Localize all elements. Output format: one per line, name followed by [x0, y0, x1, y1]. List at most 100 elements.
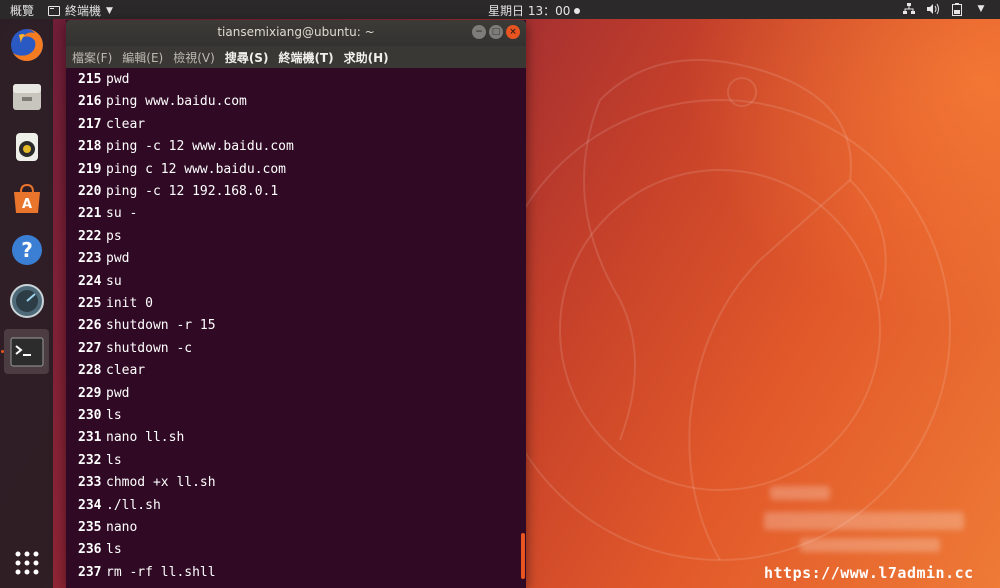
activities-button[interactable]: 概覽 — [10, 2, 34, 19]
history-command: pwd — [106, 385, 130, 401]
history-command: pwd — [106, 72, 130, 87]
dashboard-icon — [9, 283, 44, 318]
history-command: chmod +x ll.sh — [106, 475, 216, 491]
history-number: 232 — [78, 452, 102, 468]
terminal-small-icon — [48, 5, 60, 16]
terminal-line: 215 pwd — [78, 70, 129, 90]
terminal-window: tiansemixiang@ubuntu: ~ − □ × 檔案(F) 編輯(E… — [66, 20, 526, 588]
history-command: ps — [106, 228, 122, 244]
menu-help[interactable]: 求助(H) — [344, 49, 389, 66]
terminal-line: 218 ping -c 12 www.baidu.com — [78, 137, 294, 157]
terminal-line: 223 pwd — [78, 249, 129, 269]
terminal-line: 220 ping -c 12 192.168.0.1 — [78, 182, 278, 202]
history-number: 221 — [78, 206, 102, 222]
terminal-line: 219 ping c 12 www.baidu.com — [78, 160, 286, 180]
app-menu-label: 終端機 — [65, 4, 102, 18]
history-command: ping c 12 www.baidu.com — [106, 161, 287, 177]
terminal-icon — [10, 337, 43, 366]
menu-terminal[interactable]: 終端機(T) — [278, 49, 333, 66]
history-command: su - — [106, 206, 138, 222]
dock-item-files[interactable] — [4, 74, 49, 119]
dock-item-help[interactable]: ? — [4, 227, 49, 272]
history-command: ping -c 12 192.168.0.1 — [106, 184, 279, 199]
svg-text:A: A — [21, 197, 31, 212]
menu-view[interactable]: 檢視(V) — [173, 49, 215, 66]
desktop-blurred-item — [770, 486, 830, 500]
close-button[interactable]: × — [506, 25, 520, 39]
history-number: 234 — [78, 497, 102, 513]
terminal-line: 225 init 0 — [78, 294, 153, 314]
history-number: 231 — [78, 430, 102, 446]
terminal-line: 230 ls — [78, 406, 122, 426]
terminal-line: 228 clear — [78, 361, 145, 381]
battery-icon[interactable] — [950, 2, 964, 16]
app-menu[interactable]: 終端機 ▼ — [48, 2, 113, 19]
terminal-line: 233 chmod +x ll.sh — [78, 473, 216, 493]
terminal-line: 226 shutdown -r 15 — [78, 316, 216, 336]
terminal-line: 235 nano — [78, 518, 137, 538]
menu-file[interactable]: 檔案(F) — [72, 49, 112, 66]
system-tray[interactable]: ▼ — [902, 2, 988, 16]
history-number: 236 — [78, 542, 102, 558]
history-number: 216 — [78, 94, 102, 110]
history-command: ls — [106, 542, 122, 558]
show-applications-icon — [15, 551, 38, 574]
history-number: 227 — [78, 340, 102, 356]
history-number: 218 — [78, 139, 102, 155]
history-number: 233 — [78, 475, 102, 491]
history-number: 217 — [78, 116, 102, 132]
dock-item-dashboard[interactable] — [4, 278, 49, 323]
dock-item-terminal[interactable] — [4, 329, 49, 374]
history-command: ping www.baidu.com — [106, 94, 247, 110]
svg-text:?: ? — [21, 238, 33, 262]
history-command: pwd — [106, 251, 130, 267]
history-number: 219 — [78, 161, 102, 177]
watermark: https://www.l7admin.cc — [764, 564, 974, 582]
dock: A ? — [0, 19, 53, 588]
history-number: 228 — [78, 363, 102, 379]
maximize-button[interactable]: □ — [489, 25, 503, 39]
window-titlebar[interactable]: tiansemixiang@ubuntu: ~ − □ × — [66, 20, 526, 46]
dock-item-firefox[interactable] — [4, 22, 49, 67]
terminal-line: 231 nano ll.sh — [78, 428, 184, 448]
notification-dot-icon — [574, 7, 581, 14]
terminal-line: 232 ls — [78, 451, 122, 471]
history-command: nano ll.sh — [106, 430, 185, 446]
history-command: su — [106, 273, 122, 289]
minimize-button[interactable]: − — [472, 25, 486, 39]
terminal-line: 221 su - — [78, 204, 137, 224]
terminal-line: 236 ls — [78, 540, 122, 560]
network-icon[interactable] — [902, 2, 916, 16]
dock-item-software[interactable]: A — [4, 176, 49, 221]
dock-item-rhythmbox[interactable] — [4, 124, 49, 169]
volume-icon[interactable] — [926, 2, 940, 16]
history-number: 226 — [78, 318, 102, 334]
menu-search[interactable]: 搜尋(S) — [225, 49, 269, 66]
history-command: clear — [106, 116, 146, 132]
terminal-output[interactable]: 215 pwd 216 ping www.baidu.com 217 clear 218 pi… — [66, 68, 526, 588]
terminal-line: 237 rm -rf ll.shll — [78, 563, 216, 583]
history-command: ls — [106, 408, 122, 423]
history-command: rm -rf ll.shll — [106, 564, 216, 580]
top-bar: 概覽 終端機 ▼ 星期日 13：00 ▼ — [0, 0, 1000, 19]
scrollbar-thumb[interactable] — [521, 533, 525, 579]
history-number: 215 — [78, 72, 102, 87]
window-menubar: 檔案(F) 編輯(E) 檢視(V) 搜尋(S) 終端機(T) 求助(H) — [66, 46, 526, 68]
history-number: 225 — [78, 296, 102, 311]
history-command: init 0 — [106, 296, 153, 311]
terminal-line: 216 ping www.baidu.com — [78, 92, 247, 112]
dock-item-show-apps[interactable] — [4, 540, 49, 585]
firefox-icon — [10, 28, 43, 61]
history-number: 223 — [78, 251, 102, 267]
clock[interactable]: 星期日 13：00 — [488, 2, 581, 19]
terminal-line: 224 su — [78, 272, 122, 292]
history-number: 220 — [78, 184, 102, 199]
window-controls: − □ × — [472, 25, 520, 39]
system-menu-caret-icon[interactable]: ▼ — [974, 2, 988, 16]
history-command: ls — [106, 452, 122, 468]
terminal-line: 222 ps — [78, 227, 122, 247]
terminal-line: 217 clear — [78, 115, 145, 135]
menu-edit[interactable]: 編輯(E) — [122, 49, 163, 66]
active-indicator-icon — [1, 350, 4, 353]
history-number: 224 — [78, 273, 102, 289]
